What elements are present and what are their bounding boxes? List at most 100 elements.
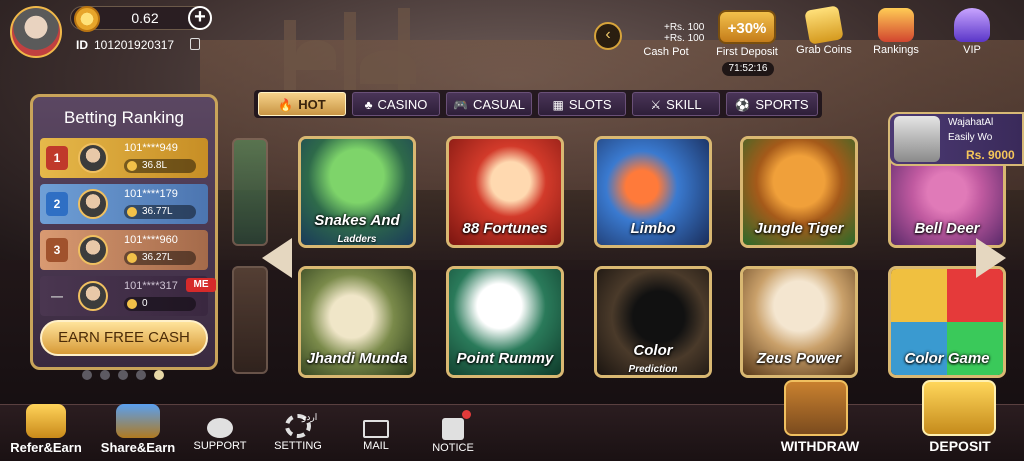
carousel-dot[interactable]	[136, 370, 146, 380]
ranking-amount: 36.8L	[124, 159, 196, 173]
tab-hot[interactable]: 🔥 HOT	[258, 92, 346, 116]
setting-button[interactable]: SETTING	[270, 414, 326, 452]
user-id: ID 101201920317	[76, 38, 174, 52]
game-card-jhandi-munda[interactable]: Jhandi Munda	[298, 266, 416, 378]
previous-game-card[interactable]	[232, 138, 268, 246]
refer-earn-label: Refer&Earn	[10, 440, 82, 455]
rank-medal-icon: 3	[46, 238, 68, 262]
notification-dot	[462, 410, 471, 419]
id-label: ID	[76, 38, 88, 52]
add-balance-button[interactable]: +	[188, 6, 212, 30]
carousel-dot[interactable]	[100, 370, 110, 380]
coin-icon	[74, 6, 100, 32]
carousel-dot[interactable]	[118, 370, 128, 380]
ranking-user: 101****960	[124, 234, 178, 246]
tab-label: HOT	[298, 97, 326, 112]
refer-and-earn-button[interactable]: Refer&Earn	[6, 404, 86, 455]
game-card-zeus-power[interactable]: Zeus Power	[740, 266, 858, 378]
previous-game-card[interactable]	[232, 266, 268, 374]
tab-casual[interactable]: 🎮 CASUAL	[446, 92, 532, 116]
notice-button[interactable]: NOTICE	[426, 418, 480, 454]
game-subtitle: Ladders	[337, 234, 377, 245]
earn-free-cash-button[interactable]: EARN FREE CASH	[40, 320, 208, 356]
refer-earn-icon	[26, 404, 66, 438]
first-deposit-button[interactable]: First Deposit	[712, 46, 782, 58]
first-deposit-label: First Deposit	[716, 46, 778, 58]
promo-thumbnail	[894, 116, 940, 162]
mail-label: MAIL	[363, 440, 389, 452]
grab-coins-label: Grab Coins	[796, 44, 852, 56]
game-card-point-rummy[interactable]: Point Rummy	[446, 266, 564, 378]
avatar	[78, 235, 108, 265]
vip-label: VIP	[963, 44, 981, 56]
avatar	[78, 143, 108, 173]
cash-pot-label: Cash Pot	[643, 46, 689, 58]
grab-coins-icon	[804, 5, 844, 45]
tab-skill[interactable]: ⚔ SKILL	[632, 92, 720, 116]
game-card-color-game[interactable]: Color Game	[888, 266, 1006, 378]
withdraw-label: WITHDRAW	[780, 438, 860, 454]
cash-pot-bonus: +Rs. 100 +Rs. 100	[664, 22, 704, 44]
language-text: اردو	[302, 412, 318, 422]
background-dome	[296, 40, 336, 70]
game-card-limbo[interactable]: Limbo	[594, 136, 712, 248]
scroll-left-arrow-icon[interactable]	[262, 238, 292, 278]
deposit-button[interactable]: DEPOSIT	[910, 438, 1010, 454]
cash-pot-bonus-line: +Rs. 100	[664, 22, 705, 33]
user-id-value: 101201920317	[94, 38, 175, 52]
share-earn-label: Share&Earn	[100, 440, 176, 455]
tab-label: CASUAL	[472, 97, 525, 112]
game-art	[301, 139, 413, 245]
vip-button[interactable]: VIP	[944, 8, 1000, 56]
tab-slots[interactable]: ▦ SLOTS	[538, 92, 626, 116]
background-minaret	[398, 8, 410, 102]
fire-icon: 🔥	[278, 98, 294, 112]
game-title: Zeus Power	[756, 350, 842, 367]
tab-sports[interactable]: ⚽ SPORTS	[726, 92, 818, 116]
balance-value: 0.62	[131, 10, 159, 26]
ranking-user: 101****317	[124, 280, 178, 292]
carousel-dot[interactable]	[82, 370, 92, 380]
game-title: Bell Deer	[914, 220, 980, 237]
vip-crown-icon	[954, 8, 990, 42]
withdraw-button[interactable]: WITHDRAW	[770, 438, 870, 454]
tab-label: CASINO	[377, 97, 428, 112]
first-deposit-badge[interactable]: +30%	[718, 10, 776, 44]
withdraw-wallet-icon	[784, 380, 848, 436]
tab-casino[interactable]: ♣ CASINO	[352, 92, 440, 116]
tab-label: SKILL	[666, 97, 702, 112]
mail-button[interactable]: MAIL	[350, 420, 402, 452]
cash-pot-button[interactable]: Cash Pot	[636, 46, 696, 58]
game-title: Snakes And	[314, 212, 400, 229]
rankings-button[interactable]: Rankings	[866, 8, 926, 56]
scroll-right-arrow-icon[interactable]	[976, 238, 1006, 278]
avatar	[78, 281, 108, 311]
game-title: Color Game	[904, 350, 990, 367]
support-label: SUPPORT	[193, 440, 247, 452]
club-icon: ♣	[364, 98, 373, 112]
game-card-jungle-tiger[interactable]: Jungle Tiger	[740, 136, 858, 248]
game-card-color-prediction[interactable]: Color Prediction	[594, 266, 712, 378]
game-title: 88 Fortunes	[462, 220, 548, 237]
grab-coins-button[interactable]: Grab Coins	[792, 5, 856, 56]
rankings-icon	[878, 8, 914, 42]
game-card-snakes-and-ladders[interactable]: Snakes And Ladders	[298, 136, 416, 248]
ranking-amount: 36.27L	[124, 251, 196, 265]
game-title: Point Rummy	[456, 350, 554, 367]
rankings-label: Rankings	[873, 44, 919, 56]
game-title: Color	[633, 342, 673, 359]
support-button[interactable]: SUPPORT	[190, 418, 250, 452]
share-earn-icon	[116, 404, 160, 438]
deposit-treasure-icon	[922, 380, 996, 436]
rank-medal-icon: 1	[46, 146, 68, 170]
tab-label: SPORTS	[755, 97, 809, 112]
game-card-88-fortunes[interactable]: 88 Fortunes	[446, 136, 564, 248]
carousel-dot-active[interactable]	[154, 370, 164, 380]
game-art	[597, 269, 709, 375]
collapse-button[interactable]: ‹	[594, 22, 622, 50]
share-and-earn-button[interactable]: Share&Earn	[96, 404, 180, 455]
copy-icon[interactable]	[190, 38, 200, 50]
background-minaret	[284, 20, 296, 100]
promo-user-name: WajahatAl	[948, 117, 994, 128]
user-avatar[interactable]	[10, 6, 62, 58]
